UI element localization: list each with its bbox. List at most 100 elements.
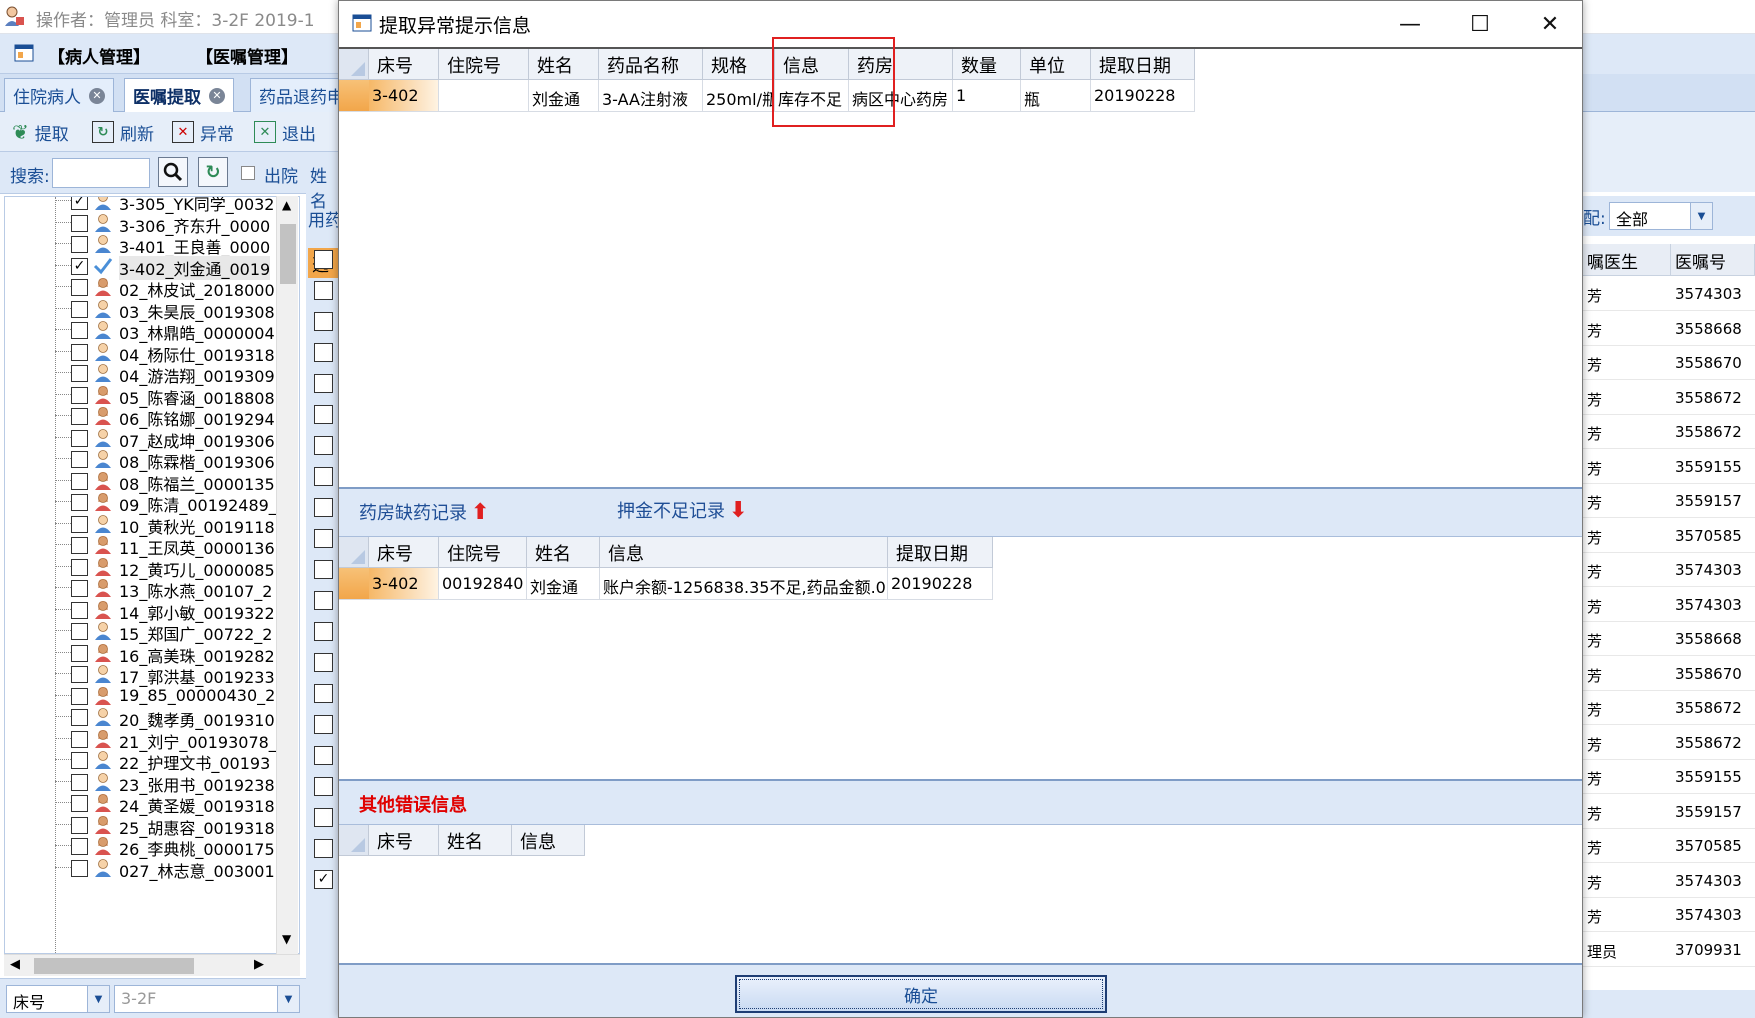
column-header[interactable]: 住院号 (439, 537, 527, 568)
patient-checkbox[interactable] (71, 752, 88, 769)
order-number-cell[interactable]: 3559157 (1671, 794, 1755, 829)
tree-item-patient[interactable]: 04_杨际仕_0019318 (5, 340, 285, 365)
patient-checkbox[interactable] (71, 343, 88, 361)
tree-item-patient[interactable]: 20_魏孝勇_0019310 (5, 705, 285, 730)
order-number-cell[interactable]: 3558670 (1671, 656, 1755, 691)
tree-item-patient[interactable]: 03_林鼎皓_0000004 (5, 318, 285, 343)
extract-button[interactable]: ❦ 提取 (12, 119, 69, 145)
patient-checkbox[interactable] (71, 322, 88, 339)
exception-button[interactable]: ✕ 异常 (172, 119, 234, 145)
patient-checkbox[interactable] (71, 451, 88, 468)
tree-item-patient[interactable]: 23_张用书_0019238 (5, 770, 285, 795)
tree-vertical-scrollbar[interactable]: ▲ ▼ (276, 196, 298, 954)
grid-corner[interactable] (339, 537, 369, 568)
order-doctor-cell[interactable]: 芳 (1583, 828, 1671, 863)
table-cell[interactable]: 3-402 (369, 568, 439, 600)
column-header[interactable]: 信息 (512, 825, 585, 856)
dispense-filter-combo[interactable]: 全部 ▼ (1609, 202, 1713, 230)
tree-item-patient[interactable]: 08_陈福兰_0000135 (5, 469, 285, 494)
order-row-checkbox[interactable] (314, 312, 333, 331)
table-cell[interactable]: 刘金通 (529, 80, 599, 112)
tab-close-icon[interactable]: ✕ (209, 87, 225, 104)
scroll-left-icon[interactable]: ◀ (10, 957, 20, 972)
order-doctor-cell[interactable]: 芳 (1583, 587, 1671, 622)
order-row-checkbox[interactable] (314, 622, 333, 641)
column-header[interactable]: 单位 (1021, 49, 1091, 80)
menu-order-management[interactable]: 【医嘱管理】 (196, 43, 298, 68)
scroll-down-icon[interactable]: ▼ (282, 932, 291, 946)
patient-checkbox[interactable] (71, 408, 88, 425)
order-doctor-cell[interactable]: 芳 (1583, 449, 1671, 484)
order-number-cell[interactable]: 3558670 (1671, 345, 1755, 380)
tree-item-patient[interactable]: 3-306_齐东升_0000 (5, 211, 285, 236)
row-indicator[interactable] (339, 568, 369, 600)
order-row-checkbox[interactable] (314, 529, 333, 548)
grid-corner[interactable] (339, 825, 369, 856)
tree-item-patient[interactable]: 14_郭小敏_0019322 (5, 598, 285, 623)
patient-checkbox[interactable] (71, 709, 88, 726)
order-doctor-cell[interactable]: 理员 (1583, 932, 1671, 967)
patient-checkbox[interactable] (71, 494, 88, 511)
patient-checkbox[interactable] (71, 816, 88, 834)
order-row-checkbox[interactable] (314, 715, 333, 734)
patient-checkbox[interactable] (71, 300, 88, 318)
close-button[interactable]: ✕ (1515, 1, 1585, 47)
column-header[interactable]: 姓名 (439, 825, 512, 856)
order-row-checkbox[interactable] (314, 498, 333, 517)
patient-checkbox[interactable] (71, 859, 88, 877)
tree-item-patient[interactable]: 21_刘宁_00193078_ (5, 727, 285, 752)
order-number-cell[interactable]: 3574303 (1671, 587, 1755, 622)
tree-item-patient[interactable]: 06_陈铭娜_0019294 (5, 404, 285, 429)
chevron-down-icon[interactable]: ▼ (1690, 203, 1712, 229)
order-row-checkbox[interactable] (314, 560, 333, 579)
table-cell[interactable]: 20190228 (1091, 80, 1195, 112)
patient-checkbox[interactable] (71, 773, 88, 791)
tab-close-icon[interactable]: ✕ (89, 87, 105, 104)
maximize-button[interactable]: ☐ (1445, 1, 1515, 47)
order-doctor-cell[interactable]: 芳 (1583, 794, 1671, 829)
order-doctor-cell[interactable]: 芳 (1583, 690, 1671, 725)
tree-item-patient[interactable]: 07_赵成坤_0019306 (5, 426, 285, 451)
scroll-thumb[interactable] (280, 224, 296, 284)
patient-checkbox[interactable] (71, 601, 88, 619)
patient-checkbox[interactable] (71, 386, 88, 404)
column-header[interactable]: 规格 (703, 49, 775, 80)
patient-checkbox[interactable] (71, 279, 88, 296)
scroll-up-icon[interactable]: ▲ (282, 198, 291, 212)
tree-item-patient[interactable]: 15_郑国广_00722_2 (5, 619, 285, 644)
patient-checkbox[interactable] (71, 838, 88, 855)
order-doctor-cell[interactable]: 芳 (1583, 518, 1671, 553)
column-header[interactable]: 床号 (369, 537, 439, 568)
tree-item-patient[interactable]: 16_高美珠_0019282 (5, 641, 285, 666)
order-row-checkbox[interactable]: ✓ (314, 870, 333, 889)
patient-checkbox[interactable] (71, 236, 88, 253)
order-number-cell[interactable]: 3558672 (1671, 414, 1755, 449)
table-cell[interactable]: 瓶 (1021, 80, 1091, 112)
tree-item-patient[interactable]: 10_黄秋光_0019118 (5, 512, 285, 537)
patient-checkbox[interactable] (71, 644, 88, 662)
column-header[interactable]: 床号 (369, 825, 439, 856)
order-doctor-cell[interactable]: 芳 (1583, 345, 1671, 380)
ward-combo[interactable]: 3-2F ▼ (114, 985, 300, 1013)
order-doctor-cell[interactable]: 芳 (1583, 483, 1671, 518)
patient-checkbox[interactable] (71, 537, 88, 554)
order-doctor-cell[interactable]: 芳 (1583, 621, 1671, 656)
order-row-checkbox[interactable] (314, 808, 333, 827)
patient-checkbox[interactable] (71, 472, 88, 490)
tree-item-patient[interactable]: 3-401_王良善_0000 (5, 232, 285, 257)
order-number-cell[interactable]: 3570585 (1671, 518, 1755, 553)
order-number-cell[interactable]: 3558672 (1671, 380, 1755, 415)
patient-checkbox[interactable] (71, 730, 88, 748)
order-doctor-cell[interactable]: 芳 (1583, 656, 1671, 691)
order-number-cell[interactable]: 3558672 (1671, 690, 1755, 725)
column-header[interactable]: 住院号 (439, 49, 529, 80)
order-doctor-cell[interactable]: 芳 (1583, 552, 1671, 587)
tree-item-patient[interactable]: 08_陈霖楷_0019306 (5, 447, 285, 472)
tree-item-patient[interactable]: 04_游浩翔_0019309 (5, 361, 285, 386)
order-row-checkbox[interactable] (314, 374, 333, 393)
order-number-cell[interactable]: 3574303 (1671, 552, 1755, 587)
order-number-cell[interactable]: 3559157 (1671, 483, 1755, 518)
order-doctor-cell[interactable]: 芳 (1583, 380, 1671, 415)
order-number-cell[interactable]: 3558668 (1671, 621, 1755, 656)
ok-button[interactable]: 确定 (735, 975, 1107, 1013)
